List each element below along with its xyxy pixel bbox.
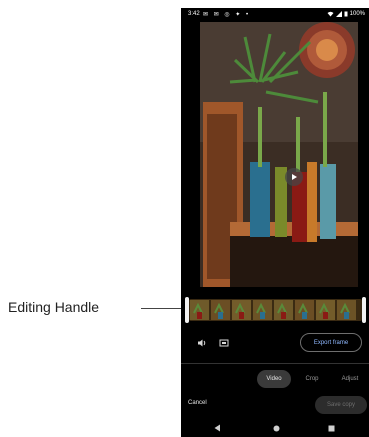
volume-icon [198, 339, 206, 347]
home-dot-icon [273, 425, 279, 431]
nav-back-button[interactable] [211, 422, 223, 434]
play-button[interactable] [285, 168, 303, 186]
battery-icon [344, 11, 348, 17]
tab-crop[interactable]: Crop [297, 370, 327, 388]
trim-strip[interactable] [185, 297, 366, 323]
wifi-icon [327, 11, 334, 17]
editing-handle-left[interactable] [185, 297, 189, 323]
tab-adjust[interactable]: Adjust [333, 370, 367, 388]
signal-icon [335, 11, 342, 17]
volume-button[interactable] [195, 336, 209, 350]
export-frame-button[interactable]: Export frame [300, 333, 362, 352]
divider [181, 363, 369, 364]
stabilize-button[interactable] [217, 336, 231, 350]
cancel-button[interactable]: Cancel [188, 400, 207, 406]
video-scene [200, 22, 358, 287]
battery-percent: 100% [349, 11, 365, 17]
video-preview[interactable] [200, 22, 358, 287]
status-notification-icons: ✉ ✉ ◎ ✦ • [203, 12, 251, 18]
phone-screen: 3:42 ✉ ✉ ◎ ✦ • 100% Export frame Video C… [181, 8, 369, 437]
recents-square-icon [328, 425, 334, 431]
editor-controls: Export frame [181, 333, 369, 355]
system-nav-bar [181, 418, 369, 437]
stabilize-icon [219, 339, 229, 347]
nav-recents-button[interactable] [325, 422, 337, 434]
play-icon [292, 174, 297, 180]
tab-video[interactable]: Video [257, 370, 291, 388]
status-bar: 3:42 ✉ ✉ ◎ ✦ • 100% [181, 8, 369, 22]
editor-tabs: Video Crop Adjust [181, 370, 369, 390]
action-row: Cancel Save copy [181, 396, 369, 416]
filmstrip-thumbnails [189, 299, 362, 321]
status-time: 3:42 [188, 11, 200, 17]
editing-handle-right[interactable] [362, 297, 366, 323]
status-right-group: 100% [327, 11, 365, 17]
nav-home-button[interactable] [270, 422, 282, 434]
callout-label: Editing Handle [8, 299, 100, 315]
back-triangle-icon [214, 424, 220, 432]
callout-line [141, 308, 185, 309]
save-copy-button[interactable]: Save copy [315, 396, 367, 414]
